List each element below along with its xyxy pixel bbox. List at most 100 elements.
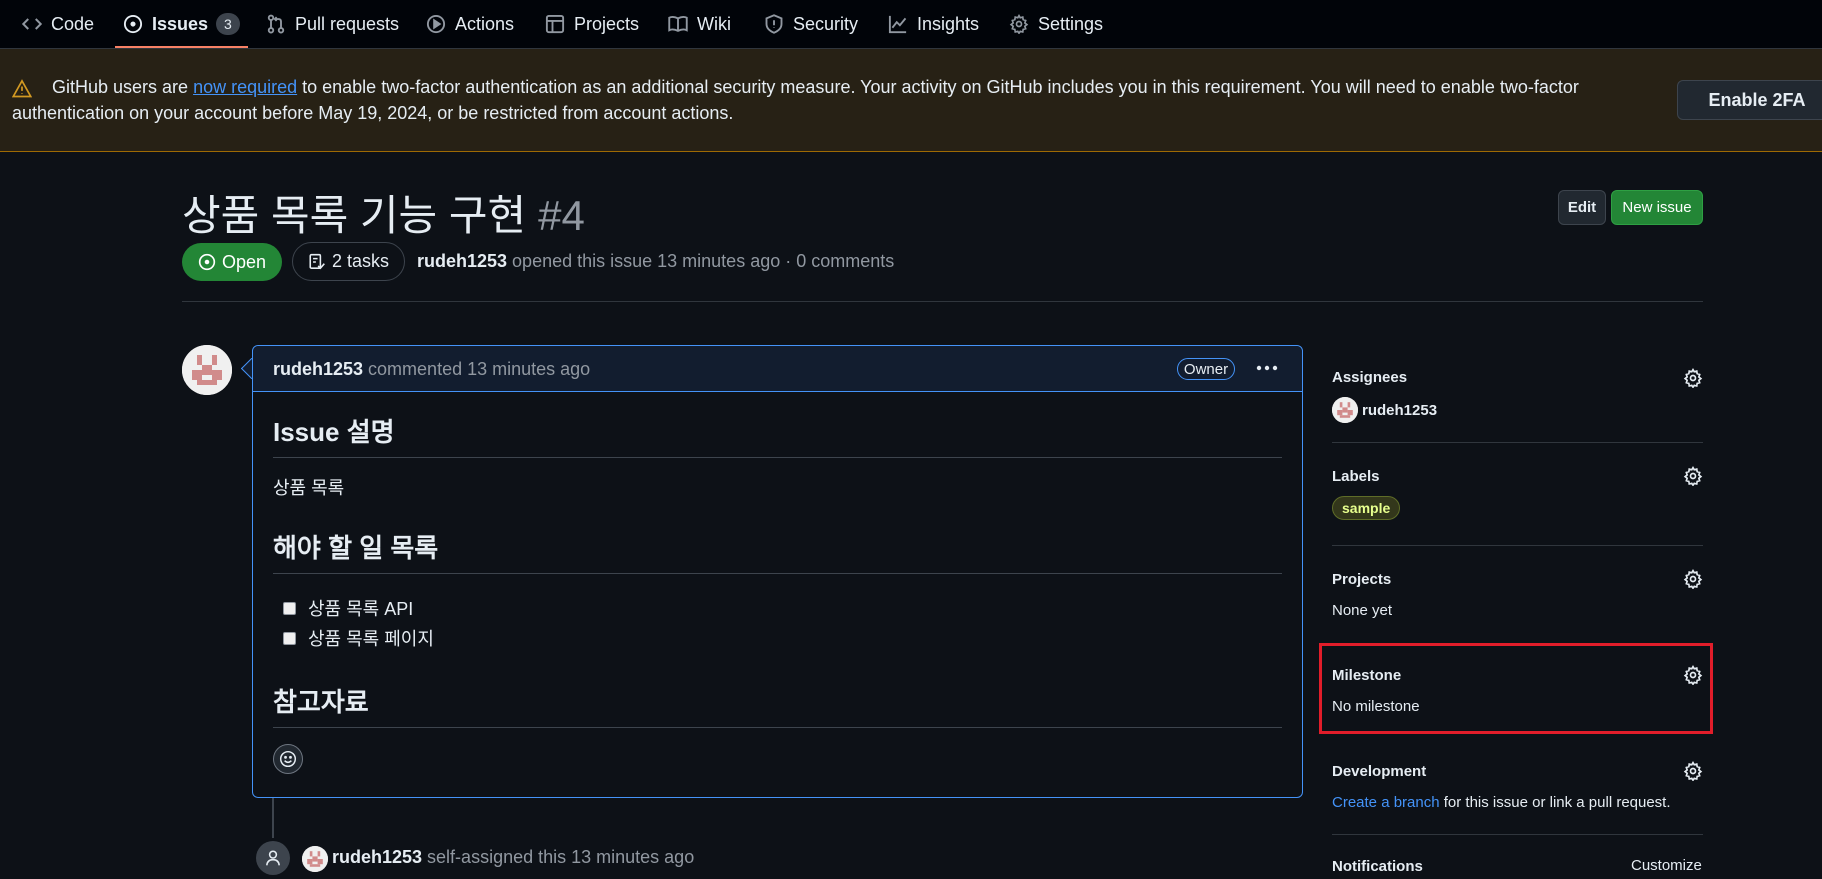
tab-insights[interactable]: Insights	[888, 0, 979, 48]
identicon-image	[302, 846, 328, 872]
issue-author-link[interactable]: rudeh1253	[417, 251, 507, 271]
person-icon	[266, 850, 280, 866]
tab-code[interactable]: Code	[22, 0, 94, 48]
tab-settings-label: Settings	[1038, 13, 1104, 34]
add-reaction-button[interactable]	[273, 744, 303, 774]
projects-value: None yet	[1332, 602, 1393, 619]
task-checkbox[interactable]	[283, 601, 296, 615]
banner-text-start: GitHub users are	[52, 77, 194, 97]
timeline-event-description: self-assigned this 13 minutes ago	[422, 847, 695, 867]
issue-title-text: 상품 목록 기능 구현	[182, 192, 527, 239]
table-icon	[545, 14, 565, 34]
sidebar-projects: Projects None yet	[1332, 569, 1703, 639]
new-issue-button[interactable]: New issue	[1611, 190, 1703, 225]
checklist-icon	[309, 253, 325, 269]
comment-author-link[interactable]: rudeh1253	[273, 359, 363, 379]
create-branch-link[interactable]: Create a branch	[1332, 794, 1440, 811]
development-text: Create a branch for this issue or link a…	[1332, 794, 1671, 811]
repo-nav: Code Issues 3 Pull requests Actions Proj…	[0, 0, 1822, 49]
kebab-horizontal-icon	[1256, 365, 1278, 371]
avatar	[1332, 397, 1358, 423]
tab-wiki-label: Wiki	[697, 13, 731, 34]
sidebar-divider	[1332, 545, 1703, 546]
issue-number: #4	[538, 192, 585, 239]
smiley-icon	[279, 750, 297, 768]
gear-icon[interactable]	[1683, 466, 1703, 486]
identicon-image	[1332, 397, 1358, 423]
label-sample[interactable]: sample	[1332, 496, 1401, 520]
projects-heading: Projects	[1332, 571, 1392, 588]
timeline-connector	[272, 798, 274, 838]
owner-badge: Owner	[1177, 358, 1235, 380]
description-text: 상품 목록	[273, 478, 345, 498]
issue-state-label: Open	[221, 251, 267, 272]
banner-message: GitHub users are now required to enable …	[12, 74, 1612, 126]
shield-icon	[765, 14, 783, 34]
comment-header-text: rudeh1253 commented 13 minutes ago	[273, 359, 590, 380]
tab-security-label: Security	[793, 13, 859, 34]
sidebar-divider	[1332, 834, 1703, 835]
avatar[interactable]	[302, 846, 328, 872]
tab-insights-label: Insights	[917, 13, 980, 34]
issue-meta-text: opened this issue 13 minutes ago · 0 com…	[507, 251, 895, 271]
labels-heading: Labels	[1332, 468, 1380, 485]
tab-code-label: Code	[51, 13, 95, 34]
now-required-link[interactable]: now required	[193, 77, 297, 97]
task-checkbox[interactable]	[283, 631, 296, 645]
milestone-highlight-box	[1319, 643, 1713, 734]
tab-actions-label: Actions	[455, 13, 515, 34]
description-heading: Issue 설명	[273, 412, 1282, 458]
development-rest: for this issue or link a pull request.	[1439, 794, 1671, 811]
play-icon	[426, 14, 446, 34]
issue-opened-icon	[123, 14, 143, 34]
task-list-item: 상품 목록 페이지	[283, 625, 434, 651]
tab-actions[interactable]: Actions	[426, 0, 514, 48]
tab-wiki[interactable]: Wiki	[668, 0, 731, 48]
enable-2fa-button[interactable]: Enable 2FA	[1677, 80, 1822, 120]
assignees-heading: Assignees	[1332, 369, 1408, 386]
sidebar-labels: Labels sample	[1332, 466, 1703, 536]
tasks-count: 2 tasks	[331, 251, 390, 271]
customize-notifications-link[interactable]: Customize	[1631, 857, 1702, 874]
tab-pull-requests[interactable]: Pull requests	[266, 0, 399, 48]
tab-settings[interactable]: Settings	[1009, 0, 1103, 48]
issue-state-badge: Open	[182, 243, 282, 281]
sidebar-development: Development Create a branch for this iss…	[1332, 761, 1703, 831]
tasks-progress-button[interactable]: 2 tasks	[292, 242, 405, 281]
task-label: 상품 목록 페이지	[308, 629, 434, 649]
header-divider	[182, 301, 1703, 302]
tab-issues-label: Issues	[152, 13, 209, 34]
notifications-heading: Notifications	[1332, 858, 1423, 875]
development-heading: Development	[1332, 763, 1427, 780]
assignee-item[interactable]: rudeh1253	[1332, 397, 1437, 423]
tab-security[interactable]: Security	[764, 0, 858, 48]
avatar[interactable]	[182, 345, 232, 395]
tab-issues[interactable]: Issues 3	[115, 0, 248, 48]
sidebar-divider	[1332, 442, 1703, 443]
edit-title-button[interactable]: Edit	[1558, 190, 1606, 225]
sidebar-assignees: Assignees rudeh1253	[1332, 366, 1703, 446]
comment-header: rudeh1253 commented 13 minutes ago Owner	[253, 346, 1302, 392]
tab-projects-label: Projects	[574, 13, 640, 34]
code-icon	[22, 18, 42, 30]
gear-icon[interactable]	[1683, 368, 1703, 388]
book-icon	[668, 16, 688, 32]
identicon-image	[182, 345, 232, 395]
issues-count-badge: 3	[216, 13, 240, 35]
timeline-event-text: rudeh1253 self-assigned this 13 minutes …	[332, 847, 694, 868]
graph-icon	[888, 15, 907, 34]
tab-pull-requests-label: Pull requests	[295, 13, 400, 34]
gear-icon[interactable]	[1683, 569, 1703, 589]
tab-projects[interactable]: Projects	[545, 0, 639, 48]
comment-timestamp[interactable]: commented 13 minutes ago	[363, 359, 590, 379]
timeline-author-link[interactable]: rudeh1253	[332, 847, 422, 867]
todo-heading: 해야 할 일 목록	[273, 528, 1282, 574]
task-list-item: 상품 목록 API	[283, 595, 413, 621]
comment-options-button[interactable]	[1253, 356, 1281, 380]
assignee-name: rudeh1253	[1362, 401, 1438, 419]
issue-comment: rudeh1253 commented 13 minutes ago Owner…	[252, 345, 1303, 798]
timeline-badge	[256, 841, 290, 875]
gear-icon	[1009, 14, 1029, 34]
gear-icon[interactable]	[1683, 761, 1703, 781]
git-pull-request-icon	[267, 14, 285, 34]
